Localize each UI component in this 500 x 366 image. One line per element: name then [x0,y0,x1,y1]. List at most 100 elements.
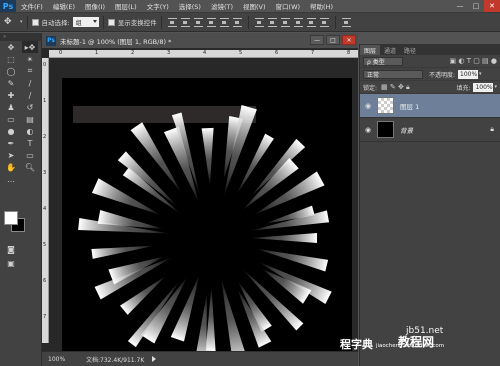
zoom-tool-icon[interactable]: 🔍︎ [22,161,38,173]
distribute-vcenter-icon[interactable] [267,17,277,27]
tab-channels[interactable]: 通道 [380,45,400,55]
tab-layers[interactable]: 图层 [360,45,381,55]
blend-mode-dropdown[interactable]: 正常 [363,69,423,79]
brush-tool-icon[interactable]: ∕ [22,89,38,101]
ruler-vertical[interactable]: 0 1 2 3 4 5 6 7 [42,58,49,343]
eye-icon[interactable]: ◉ [364,126,372,134]
chevron-down-icon[interactable]: ▾ [20,19,23,25]
layer-filter-kind[interactable]: ρ 类型 [363,56,403,66]
distribute-bottom-icon[interactable] [280,17,290,27]
layer-thumbnail [377,97,394,114]
canvas-pasteboard[interactable] [49,58,352,363]
menu-image[interactable]: 图像(I) [80,1,110,11]
foreground-color-swatch[interactable] [4,211,18,225]
healing-brush-icon[interactable]: ✚ [3,89,19,101]
path-select-icon[interactable]: ➤ [3,149,19,161]
ruler-horizontal[interactable]: 0 1 2 3 4 5 6 7 8 [49,50,358,58]
history-brush-icon[interactable]: ↺ [22,101,38,113]
shape-tool-icon[interactable]: ▭ [22,149,38,161]
blend-row: 正常 不透明度: 100% ▾ [360,68,500,81]
status-menu-arrow-icon[interactable] [152,356,159,362]
move-tool-active-icon[interactable]: ▸✥ [22,41,38,53]
menu-type[interactable]: 文字(Y) [142,1,174,11]
chevron-down-icon[interactable]: ▾ [479,71,482,77]
document-title: 未标题-1 @ 100% (图层 1, RGB/8) * [60,37,172,46]
distribute-right-icon[interactable] [319,17,329,27]
crop-tool-icon[interactable]: ⌗ [22,65,38,77]
gradient-tool-icon[interactable]: ▤ [22,113,38,125]
doc-maximize-button[interactable]: □ [326,35,340,45]
eye-icon[interactable]: ◉ [364,102,372,110]
screen-mode-icon[interactable]: ▣ [3,257,19,269]
tab-paths[interactable]: 路径 [400,45,420,55]
eraser-icon[interactable]: ▭ [3,113,19,125]
menu-window[interactable]: 窗口(W) [271,1,306,11]
zoom-level[interactable]: 100% [42,356,68,363]
minimize-button[interactable]: — [452,0,468,12]
hand-tool-icon[interactable]: ✋ [3,161,19,173]
tools-panel-header[interactable]: » [0,33,41,41]
pen-tool-icon[interactable]: ✒ [3,137,19,149]
fill-input[interactable]: 100% [473,82,494,92]
move-tool-icon[interactable]: ✥ [3,41,19,53]
lasso-tool-icon[interactable]: ◯ [3,65,19,77]
separator [334,15,336,29]
layer-row-background[interactable]: ◉ 背景 🔒︎ [360,118,500,142]
align-right-icon[interactable] [232,17,242,27]
move-tool-icon[interactable]: ✥ [4,17,20,27]
align-left-icon[interactable] [206,17,216,27]
layer-filter-row: ρ 类型 ▣ ◐ T ▢ ▤ ● [360,55,500,68]
ruler-tick-label: 4 [43,206,47,212]
magic-wand-icon[interactable]: ✴ [22,53,38,65]
lock-icons[interactable]: ▦ ✎ ✥ 🔒︎ [381,83,410,92]
dodge-tool-icon[interactable]: ◐ [22,125,38,137]
ruler-tool-icon[interactable]: / [22,77,38,89]
quick-mask-icon[interactable]: ◙ [3,243,19,255]
align-hcenter-icon[interactable] [219,17,229,27]
align-top-icon[interactable] [167,17,177,27]
doc-close-button[interactable]: ✕ [342,35,356,45]
menu-edit[interactable]: 编辑(E) [48,1,80,11]
distribute-top-icon[interactable] [254,17,264,27]
watermark-url: jiaocheng.chazidian.com [376,343,445,349]
clone-stamp-icon[interactable]: ♟ [3,101,19,113]
layer-row-1[interactable]: ◉ 图层 1 [360,94,500,118]
distribute-left-icon[interactable] [293,17,303,27]
marquee-tool-icon[interactable]: ⬚ [3,53,19,65]
ruler-tick-label: 3 [167,50,171,56]
distribute-hcenter-icon[interactable] [306,17,316,27]
eyedropper-icon[interactable]: ✎ [3,77,19,89]
maximize-button[interactable]: □ [468,0,484,12]
more-tools-icon[interactable]: … [3,173,19,185]
align-bottom-icon[interactable] [193,17,203,27]
menu-layer[interactable]: 图层(L) [110,1,142,11]
document-size[interactable]: 文档:732.4K/911.7K [86,355,144,364]
menu-file[interactable]: 文件(F) [16,1,48,11]
close-button[interactable]: ✕ [484,0,500,12]
ruler-tick-label: 7 [43,314,47,320]
options-bar: ✥ ▾ 自动选择: 组 显示变换控件 [0,12,500,32]
document-tab[interactable]: Ps 未标题-1 @ 100% (图层 1, RGB/8) * — □ ✕ [42,33,358,49]
photoshop-window: Ps 文件(F) 编辑(E) 图像(I) 图层(L) 文字(Y) 选择(S) 滤… [0,0,500,366]
filter-icons[interactable]: ▣ ◐ T ▢ ▤ ● [450,57,497,65]
burst-ray [201,127,214,187]
auto-align-icon[interactable] [341,17,351,27]
chevron-down-icon[interactable]: ▾ [494,84,497,90]
show-transform-checkbox[interactable] [107,18,115,26]
type-tool-icon[interactable]: T [22,137,38,149]
menu-select[interactable]: 选择(S) [174,1,206,11]
align-vcenter-icon[interactable] [180,17,190,27]
menu-help[interactable]: 帮助(H) [305,1,338,11]
ruler-tick-label: 5 [239,50,243,56]
menu-view[interactable]: 视图(V) [238,1,271,11]
doc-minimize-button[interactable]: — [310,35,324,45]
menu-filter[interactable]: 滤镜(T) [206,1,238,11]
separator [26,15,28,29]
lock-label: 锁定: [363,84,378,92]
canvas[interactable] [62,78,352,363]
opacity-input[interactable]: 100% [458,69,479,79]
auto-select-checkbox[interactable] [31,18,39,26]
layer-name: 图层 1 [400,102,420,111]
auto-select-dropdown[interactable]: 组 [72,17,99,27]
blur-tool-icon[interactable]: ● [3,125,19,137]
